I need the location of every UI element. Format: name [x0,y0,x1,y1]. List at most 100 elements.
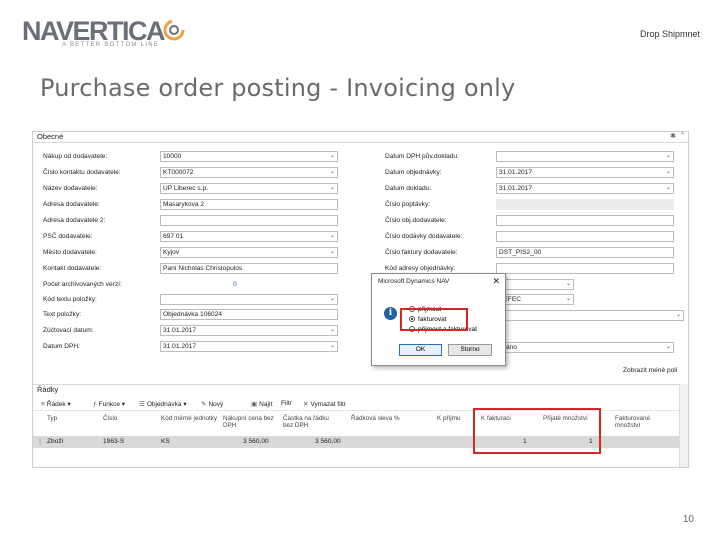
chevron-down-icon[interactable]: ⌄ [676,311,681,320]
column-header[interactable]: Typ [47,415,87,422]
chevron-down-icon[interactable]: ⌄ [330,326,335,335]
field-label: Datum dokladu: [385,185,432,192]
table-cell-cena: 3 560,00 [243,438,269,445]
field-label: Datum DPH pův.dokladu: [385,153,459,160]
field-input[interactable]: 10000 ⌄ [160,151,338,162]
chevron-down-icon[interactable]: ⌄ [566,280,571,289]
chevron-down-icon[interactable]: ⌄ [330,248,335,257]
field-value: DST_PIS2_00 [499,249,542,256]
chevron-down-icon[interactable]: ⌄ [666,184,671,193]
field-input[interactable]: 697 01 ⌄ [160,231,338,242]
column-header[interactable]: Číslo [103,415,159,422]
cancel-button[interactable]: Storno [448,344,492,356]
section-header[interactable]: Obecné ✱ ^ [33,132,688,143]
toolbar-icon: ☰ [139,401,145,408]
field-input[interactable]: ⌄ [496,151,674,162]
field-label: Číslo dodávky dodavatele: [385,233,463,240]
field-label: Adresa dodavatele: [43,201,100,208]
column-header[interactable]: Kód měrné jednotky [161,415,217,422]
field-label: Zúčtovací datum: [43,327,94,334]
field-input[interactable]: ⌄ [160,294,338,305]
lines-scrollbar[interactable] [679,384,688,467]
field-label: Číslo faktury dodavatele: [385,249,458,256]
logo-swirl-icon [163,19,185,41]
column-header[interactable]: Částka na řádku bez DPH [283,415,339,429]
lines-header[interactable]: Řádky [33,384,688,395]
field-input[interactable]: Masarykova 2 [160,199,338,210]
field-input[interactable]: DST_PIS2_00 [496,247,674,258]
field-value: UP Liberec s.p. [163,185,208,192]
field-input[interactable] [496,199,674,210]
field-input[interactable] [496,231,674,242]
field-input[interactable]: 0 [160,279,338,290]
post-dialog: Microsoft Dynamics NAV ✕ i přijmout faktu… [371,273,506,366]
field-input[interactable]: Paní Nicholas Christopulos [160,263,338,274]
field-input[interactable]: L⌄ [496,279,574,290]
navertica-logo: NAVERTICA A BETTER BOTTOM LINE [22,16,185,48]
toolbar-button[interactable]: ≡ Řádek ▾ [41,400,71,408]
logo-tagline: A BETTER BOTTOM LINE [62,42,160,48]
toolbar-button[interactable]: Filtr [281,400,292,407]
close-icon[interactable]: ✕ [492,276,500,287]
field-input[interactable]: KT000072 ⌄ [160,167,338,178]
field-input[interactable]: ⌄ [501,310,684,321]
field-input[interactable]: Kyjov ⌄ [160,247,338,258]
field-value: KT000072 [163,169,194,176]
field-value: Paní Nicholas Christopulos [163,265,243,272]
toolbar-label: Najít [259,401,273,408]
field-input[interactable]: 31.01.2017 ⌄ [160,341,338,352]
field-input[interactable] [496,215,674,226]
field-input[interactable] [160,215,338,226]
page-number: 10 [682,514,694,525]
chevron-down-icon[interactable]: ⌄ [666,152,671,161]
show-fewer-fields-link[interactable]: Zobrazit méně polí [623,366,678,375]
column-header[interactable]: Řádková sleva % [351,415,407,422]
info-icon: i [384,307,397,320]
toolbar-icon: ≡ [41,401,45,408]
field-input[interactable]: 31.01.2017 ⌄ [496,183,674,194]
field-label: Název dodavatele: [43,185,98,192]
toolbar-button[interactable]: ☰ Objednávka ▾ [139,400,187,408]
toolbar-button[interactable]: ƒ Funkce ▾ [93,400,125,408]
ok-button[interactable]: OK [399,344,442,356]
lines-title: Řádky [37,385,59,394]
field-input[interactable]: EEFEC ⌄ [496,294,574,305]
chevron-down-icon[interactable]: ⌄ [330,184,335,193]
field-input[interactable]: 31.01.2017 ⌄ [160,325,338,336]
field-value: 31.01.2017 [163,327,197,334]
field-input[interactable] [496,263,674,274]
column-header[interactable]: Nákupní cena bez DPH [223,415,279,429]
field-input[interactable]: Objednávka 106024 [160,309,338,320]
chevron-down-icon[interactable]: ⌄ [566,295,571,304]
field-input[interactable]: UP Liberec s.p. ⌄ [160,183,338,194]
toolbar-button[interactable]: ✕ Vymazat filtr [303,400,346,408]
chevron-down-icon[interactable]: ⌄ [330,168,335,177]
field-label: PSČ dodavatele: [43,233,93,240]
field-label: Datum DPH: [43,343,81,350]
field-value: Kyjov [163,249,180,256]
field-label: Číslo poptávky: [385,201,431,208]
toolbar-icon: ✎ [201,401,207,408]
column-header[interactable]: Fakturované množství [615,415,671,429]
field-label: Kód textu položky: [43,296,97,303]
chevron-down-icon[interactable]: ⌄ [330,232,335,241]
gear-icon[interactable]: ✱ [670,132,676,140]
field-label: Město dodavatele: [43,249,97,256]
chevron-down-icon[interactable]: ⌄ [330,342,335,351]
collapse-caret-icon[interactable]: ^ [681,132,684,139]
field-input[interactable]: ydáno ⌄ [496,342,674,353]
toolbar-button[interactable]: ▣ Najít [251,400,273,408]
toolbar-icon: ▣ [251,401,258,408]
field-input[interactable]: 31.01.2017 ⌄ [496,167,674,178]
field-label: Nákup od dodavatele: [43,153,108,160]
field-label: Počet archivovaných verzí: [43,281,122,288]
chevron-down-icon[interactable]: ⌄ [330,295,335,304]
toolbar-label: Objednávka ▾ [146,401,187,408]
section-title: Obecné [37,132,64,141]
header-right-text: Drop Shipmnet [639,29,700,39]
toolbar-button[interactable]: ✎ Nový [201,400,223,408]
chevron-down-icon[interactable]: ⌄ [666,168,671,177]
toolbar-icon: ƒ [93,401,97,408]
chevron-down-icon[interactable]: ⌄ [666,343,671,352]
chevron-down-icon[interactable]: ⌄ [330,152,335,161]
